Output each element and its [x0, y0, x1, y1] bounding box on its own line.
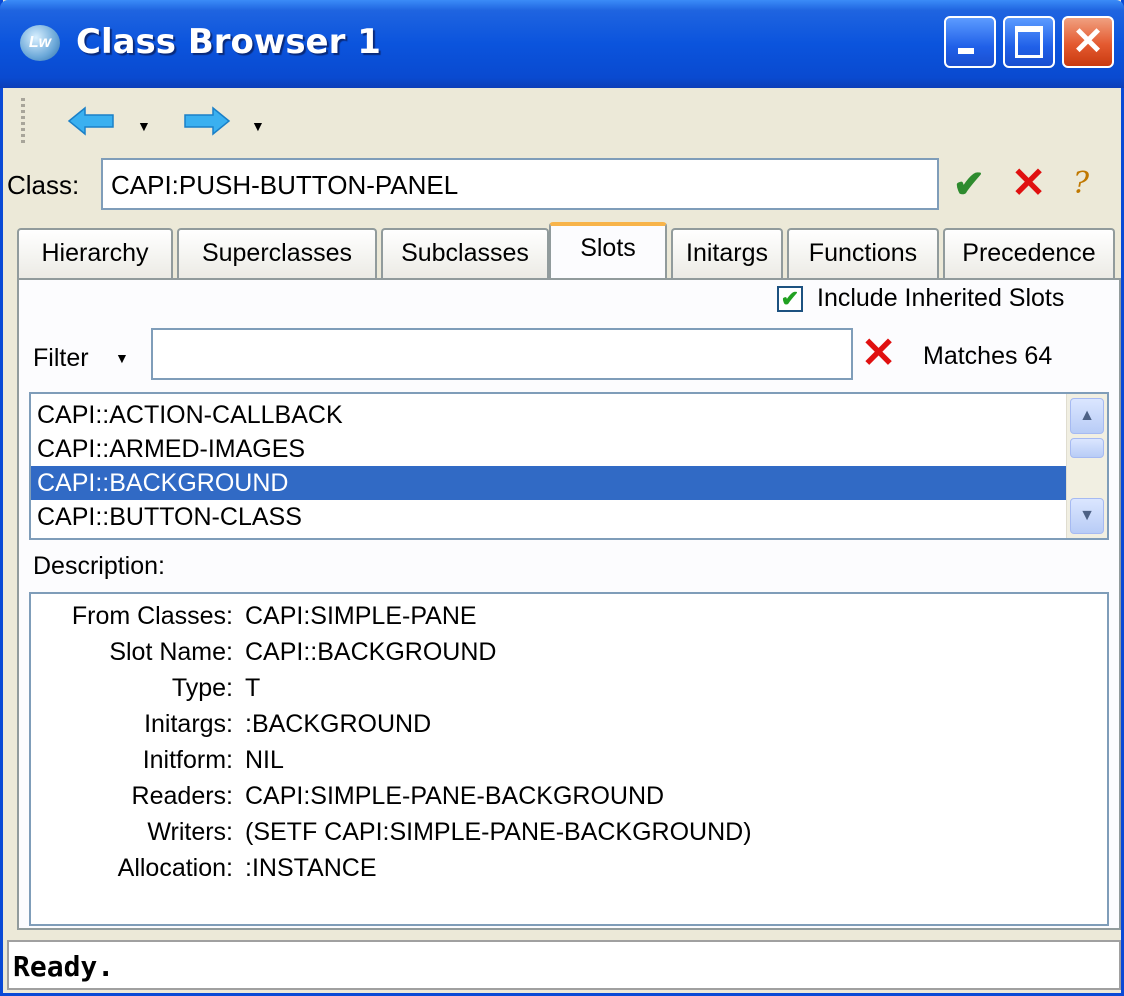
back-history-dropdown-icon[interactable]: ▼ [137, 118, 151, 134]
list-item[interactable]: CAPI::BUTTON-CLASS [31, 500, 1067, 534]
list-item[interactable]: CAPI::ARMED-IMAGES [31, 432, 1067, 466]
desc-key: Type: [171, 674, 233, 702]
status-text: Ready. [13, 950, 115, 983]
desc-value: CAPI::BACKGROUND [245, 638, 497, 666]
tab-strip: Hierarchy Superclasses Subclasses Slots … [17, 222, 1121, 280]
list-item[interactable]: CAPI::ACTION-CALLBACK [31, 398, 1067, 432]
description-label: Description: [33, 552, 165, 580]
filter-input[interactable] [151, 328, 853, 380]
class-label: Class: [7, 170, 80, 200]
desc-row: From Classes: CAPI:SIMPLE-PANE [31, 598, 1091, 634]
checkmark-icon[interactable]: ✔ [953, 162, 985, 207]
desc-row: Allocation: :INSTANCE [31, 850, 1091, 886]
desc-value: NIL [245, 746, 284, 774]
maximize-icon [1015, 26, 1043, 58]
close-icon: ✕ [1072, 21, 1104, 63]
matches-count: Matches 64 [923, 342, 1053, 370]
desc-key: Initform: [142, 746, 233, 774]
help-icon[interactable]: ? [1073, 166, 1089, 201]
desc-value: CAPI:SIMPLE-PANE-BACKGROUND [245, 782, 665, 810]
slots-list[interactable]: CAPI::ACTION-CALLBACK CAPI::ARMED-IMAGES… [29, 392, 1109, 540]
class-browser-window: Lw Class Browser 1 ✕ ▼ ▼ Class: CAPI:PUS… [0, 0, 1124, 996]
close-window-button[interactable]: ✕ [1062, 16, 1114, 68]
lispworks-app-icon: Lw [20, 25, 60, 61]
toolbar: ▼ ▼ [3, 88, 1121, 152]
toolbar-grip[interactable] [21, 98, 25, 144]
status-bar: Ready. [7, 940, 1121, 990]
scroll-thumb[interactable] [1070, 438, 1104, 458]
filter-label[interactable]: Filter [33, 344, 89, 373]
arrow-right-icon[interactable] [183, 106, 231, 136]
class-input[interactable]: CAPI:PUSH-BUTTON-PANEL [101, 158, 939, 210]
minimize-button[interactable] [944, 16, 996, 68]
scroll-down-icon[interactable]: ▼ [1070, 498, 1104, 534]
desc-row: Type: T [31, 670, 1091, 706]
desc-value: :INSTANCE [245, 854, 377, 882]
desc-key: From Classes: [71, 602, 233, 630]
title-bar[interactable]: Lw Class Browser 1 ✕ [0, 0, 1124, 88]
tab-precedence[interactable]: Precedence [943, 228, 1115, 278]
tab-initargs[interactable]: Initargs [671, 228, 783, 278]
arrow-left-icon[interactable] [67, 106, 115, 136]
desc-row: Writers: (SETF CAPI:SIMPLE-PANE-BACKGROU… [31, 814, 1091, 850]
clear-filter-icon[interactable]: ✕ [861, 328, 896, 377]
desc-row: Initargs: :BACKGROUND [31, 706, 1091, 742]
list-item-selected[interactable]: CAPI::BACKGROUND [31, 466, 1067, 500]
tab-functions[interactable]: Functions [787, 228, 939, 278]
desc-key: Writers: [147, 818, 233, 846]
desc-key: Slot Name: [109, 638, 233, 666]
desc-value: (SETF CAPI:SIMPLE-PANE-BACKGROUND) [245, 818, 752, 846]
filter-dropdown-icon[interactable]: ▼ [115, 350, 129, 366]
tab-hierarchy[interactable]: Hierarchy [17, 228, 173, 278]
desc-row: Initform: NIL [31, 742, 1091, 778]
tab-superclasses[interactable]: Superclasses [177, 228, 377, 278]
include-inherited-label[interactable]: Include Inherited Slots [817, 284, 1064, 313]
window-title: Class Browser 1 [76, 22, 381, 62]
desc-value: T [245, 674, 261, 702]
tab-slots[interactable]: Slots [549, 222, 667, 280]
scroll-up-icon[interactable]: ▲ [1070, 398, 1104, 434]
minimize-icon [958, 48, 974, 54]
description-box[interactable]: From Classes: CAPI:SIMPLE-PANE Slot Name… [29, 592, 1109, 926]
desc-key: Allocation: [117, 854, 233, 882]
maximize-button[interactable] [1003, 16, 1055, 68]
class-row: Class: CAPI:PUSH-BUTTON-PANEL ✔ ✕ ? [3, 152, 1121, 218]
desc-key: Initargs: [144, 710, 233, 738]
desc-row: Slot Name: CAPI::BACKGROUND [31, 634, 1091, 670]
include-inherited-checkbox[interactable]: ✔ [777, 286, 803, 312]
forward-history-dropdown-icon[interactable]: ▼ [251, 118, 265, 134]
list-scrollbar[interactable]: ▲ ▼ [1066, 394, 1107, 538]
desc-key: Readers: [131, 782, 233, 810]
cancel-x-icon[interactable]: ✕ [1011, 158, 1046, 207]
desc-value: CAPI:SIMPLE-PANE [245, 602, 477, 630]
slots-panel: ✔ Include Inherited Slots Filter ▼ ✕ Mat… [17, 278, 1121, 930]
desc-value: :BACKGROUND [245, 710, 432, 738]
desc-row: Readers: CAPI:SIMPLE-PANE-BACKGROUND [31, 778, 1091, 814]
tab-subclasses[interactable]: Subclasses [381, 228, 549, 278]
